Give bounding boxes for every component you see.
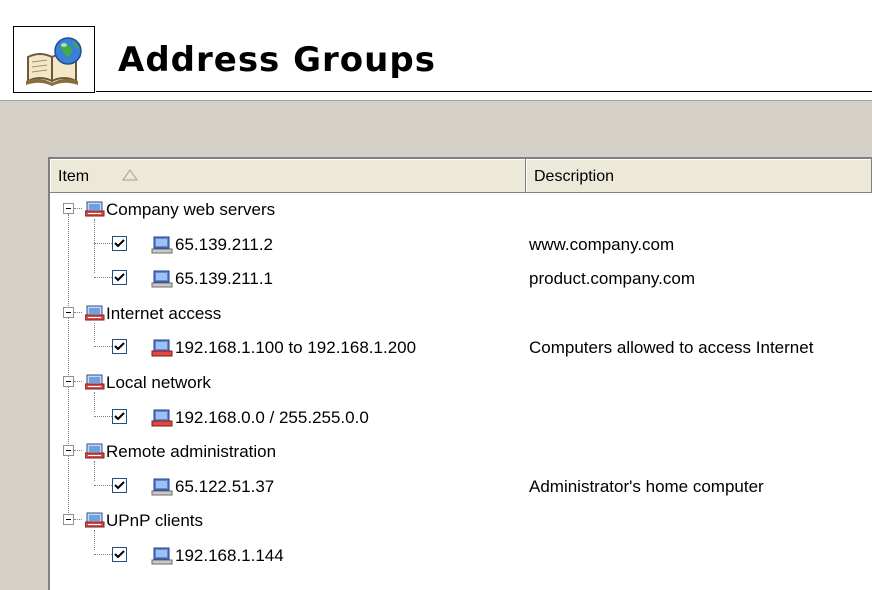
group-name: Local network [106, 373, 211, 392]
item-address: 65.122.51.37 [175, 476, 275, 496]
collapse-toggle-icon[interactable] [63, 203, 74, 214]
tree-group-row[interactable]: Remote administration [50, 435, 872, 469]
address-group-icon [84, 372, 105, 392]
group-name: Remote administration [106, 442, 277, 462]
tree-connector-line [74, 450, 82, 452]
tree-group-row[interactable]: Internet access [50, 297, 872, 331]
group-name: Company web servers [106, 200, 276, 219]
tree-connector-line [94, 277, 112, 279]
tree-connector-line [74, 519, 82, 521]
tree-connector-line [74, 208, 82, 209]
enable-checkbox[interactable] [112, 477, 127, 493]
column-header-item[interactable]: Item [50, 159, 526, 193]
item-description: Computers allowed to access Internet [529, 338, 814, 358]
address-group-icon [84, 510, 105, 530]
tree-group-row[interactable]: Company web servers [50, 193, 872, 227]
column-header-item-label: Item [58, 168, 90, 185]
collapse-toggle-icon[interactable] [63, 306, 74, 318]
item-address: 192.168.0.0 / 255.255.0.0 [175, 407, 369, 427]
tree-connector-line [94, 242, 112, 244]
column-header-description[interactable]: Description [526, 159, 872, 193]
computer-icon [151, 477, 173, 497]
enable-checkbox[interactable] [112, 339, 127, 355]
tree-group-row[interactable]: Local network [50, 366, 872, 400]
tree-group-row[interactable]: UPnP clients [50, 504, 872, 538]
item-address: 65.139.211.1 [175, 269, 273, 289]
enable-checkbox[interactable] [112, 408, 127, 424]
address-book-logo-icon [13, 26, 95, 93]
tree-connector-line [94, 484, 112, 486]
collapse-toggle-icon[interactable] [63, 514, 74, 526]
tree-item-row[interactable]: 65.139.211.2 www.company.com [50, 228, 872, 262]
tree-connector-line [94, 415, 112, 417]
item-address: 192.168.1.100 to 192.168.1.200 [175, 338, 417, 358]
tree-connector-line [94, 554, 112, 555]
tree-item-row[interactable]: 65.122.51.37 Administrator's home compute… [50, 470, 872, 504]
header-divider [0, 100, 872, 101]
title-underline [96, 91, 872, 92]
item-address: 192.168.1.144 [175, 546, 284, 565]
enable-checkbox[interactable] [112, 547, 127, 562]
group-name: Internet access [106, 303, 222, 323]
item-description: www.company.com [529, 234, 675, 254]
item-description: product.company.com [529, 269, 695, 289]
tree-connector-line [74, 311, 82, 313]
sort-ascending-icon [122, 169, 138, 181]
computer-icon [151, 235, 173, 255]
address-groups-list[interactable]: Item Description Company web servers 65.1… [48, 157, 872, 590]
tree-item-row[interactable]: 192.168.0.0 / 255.255.0.0 [50, 401, 872, 435]
address-group-icon [84, 303, 105, 323]
address-group-icon [84, 441, 105, 461]
tree-connector-line [94, 346, 112, 348]
tree-connector-line [74, 381, 82, 382]
page-header: Address Groups [0, 0, 872, 101]
collapse-toggle-icon[interactable] [63, 445, 74, 457]
page-title: Address Groups [118, 40, 436, 80]
tree-item-row[interactable]: 65.139.211.1 product.company.com [50, 262, 872, 296]
address-group-icon [84, 199, 105, 219]
tree-item-row[interactable]: 192.168.1.144 [50, 539, 872, 573]
tree-item-row[interactable]: 192.168.1.100 to 192.168.1.200 Computers … [50, 331, 872, 365]
enable-checkbox[interactable] [112, 235, 127, 251]
group-name: UPnP clients [106, 511, 204, 531]
enable-checkbox[interactable] [112, 270, 127, 286]
collapse-toggle-icon[interactable] [63, 376, 74, 387]
computer-icon [151, 546, 173, 566]
computer-icon [151, 269, 173, 289]
item-description: Administrator's home computer [529, 476, 764, 496]
network-range-icon [151, 338, 173, 358]
column-header-description-label: Description [534, 168, 615, 185]
item-address: 65.139.211.2 [175, 234, 273, 254]
network-range-icon [151, 408, 173, 428]
